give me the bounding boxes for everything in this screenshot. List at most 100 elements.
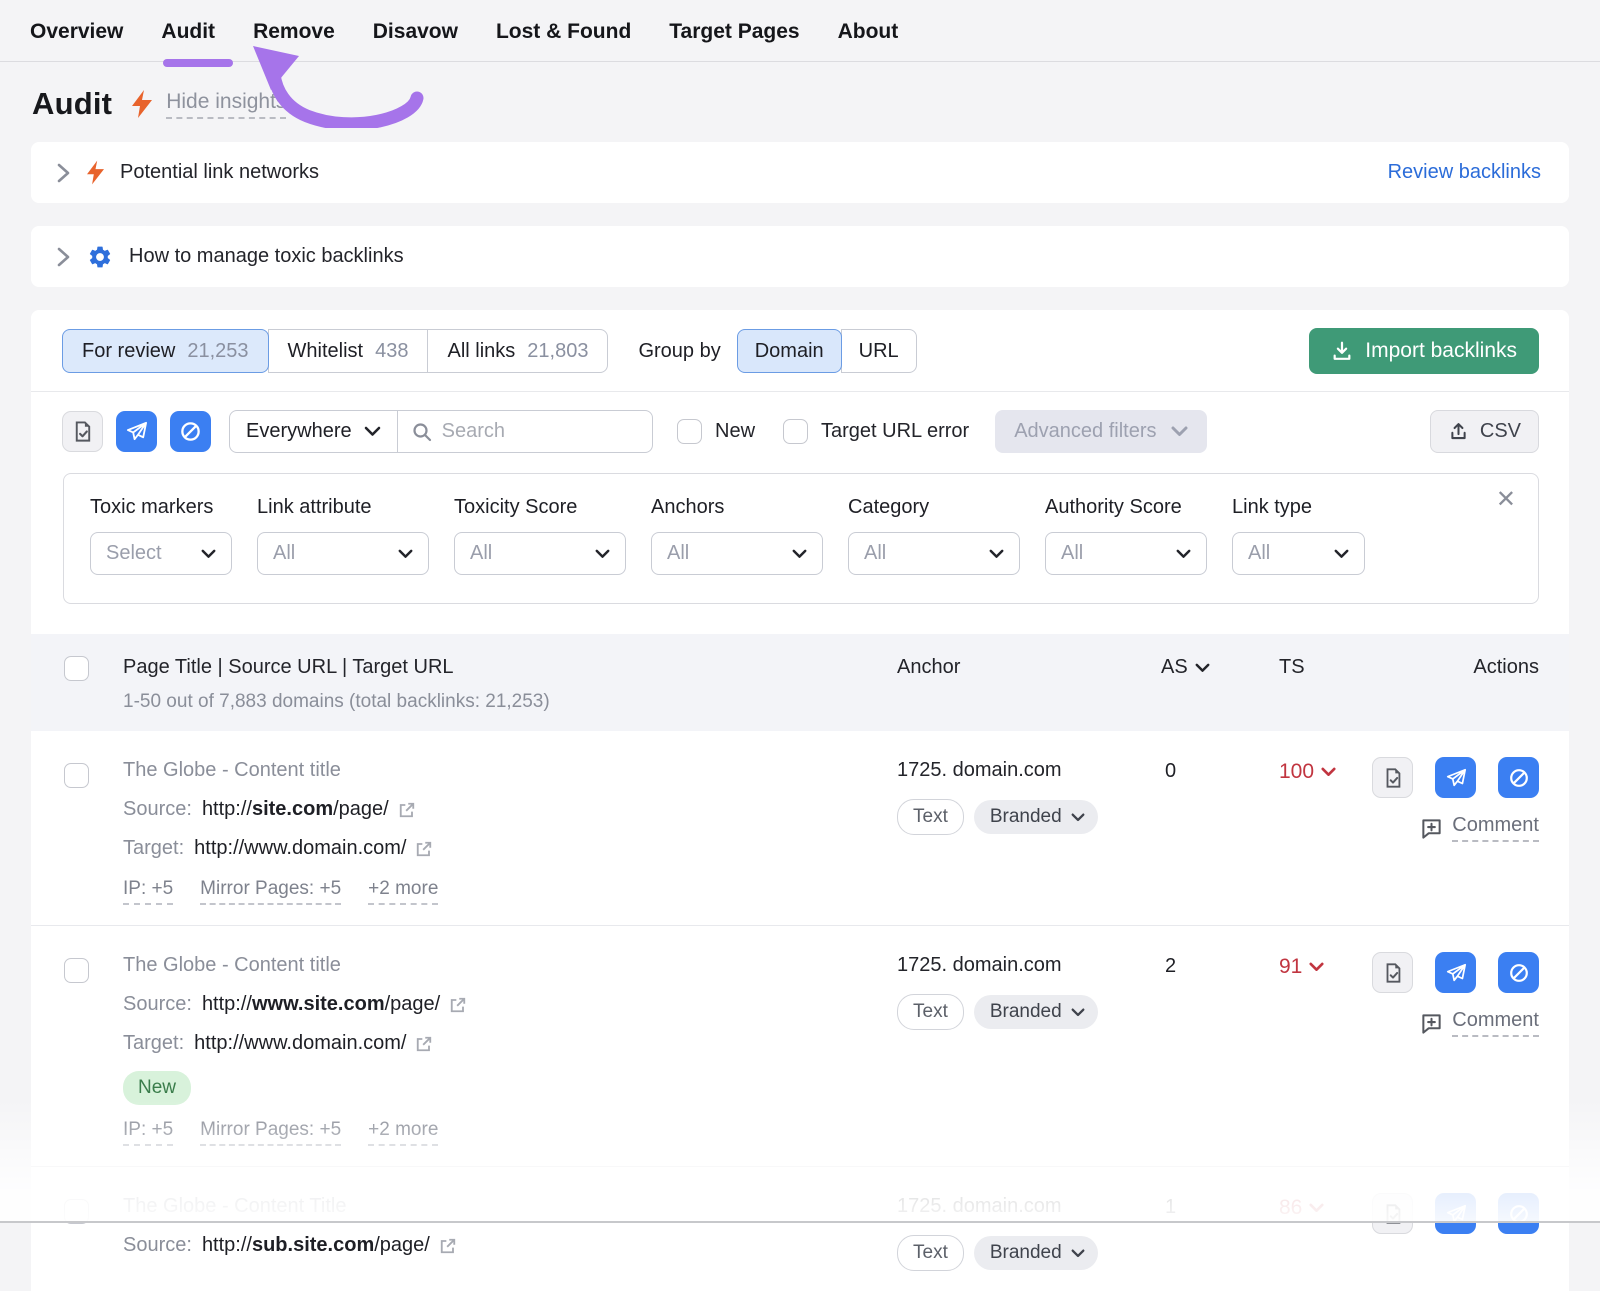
target-url-error-checkbox[interactable]: Target URL error — [783, 419, 969, 444]
anchor-category-dropdown[interactable]: Branded — [974, 1236, 1098, 1270]
disavow-row-button[interactable] — [1498, 1193, 1539, 1234]
row-meta: IP: +5 Mirror Pages: +5 +2 more — [123, 878, 897, 905]
nav-item-overview[interactable]: Overview — [30, 20, 123, 44]
paper-plane-icon — [1445, 767, 1467, 789]
more-link[interactable]: +2 more — [368, 1119, 438, 1146]
ip-link[interactable]: IP: +5 — [123, 878, 173, 905]
external-link-icon[interactable] — [438, 1236, 458, 1256]
chevron-right-icon[interactable] — [55, 162, 71, 184]
move-to-remove-button[interactable] — [116, 411, 157, 452]
mirror-pages-link[interactable]: Mirror Pages: +5 — [200, 1119, 341, 1146]
link-type-badge: Text — [897, 994, 964, 1030]
block-icon — [1508, 962, 1530, 984]
tab-for-review[interactable]: For review 21,253 — [62, 329, 269, 373]
document-check-icon — [1382, 1203, 1404, 1225]
group-by-url[interactable]: URL — [841, 329, 917, 373]
target-url-line: Target: http://www.domain.com/ — [123, 1032, 897, 1055]
close-icon[interactable]: ✕ — [1496, 488, 1516, 512]
anchors-dropdown[interactable]: All — [651, 532, 823, 575]
category-dropdown[interactable]: All — [848, 532, 1020, 575]
tab-all-links[interactable]: All links 21,803 — [427, 329, 608, 373]
chevron-down-icon — [1334, 549, 1349, 559]
checkbox[interactable] — [783, 419, 808, 444]
search-input[interactable] — [442, 420, 638, 443]
column-title: Page Title | Source URL | Target URL — [123, 656, 897, 679]
external-link-icon[interactable] — [414, 839, 434, 859]
whitelist-row-button[interactable] — [1372, 757, 1413, 798]
external-link-icon[interactable] — [414, 1034, 434, 1054]
checkbox[interactable] — [677, 419, 702, 444]
external-link-icon[interactable] — [448, 995, 468, 1015]
tab-whitelist[interactable]: Whitelist 438 — [268, 329, 429, 373]
select-all-checkbox[interactable] — [64, 656, 89, 681]
toxicity-score-dropdown[interactable]: 100 — [1243, 760, 1363, 784]
page-title: The Globe - Content Title — [123, 1195, 897, 1218]
toxic-markers-dropdown[interactable]: Select — [90, 532, 232, 575]
row-checkbox[interactable] — [64, 763, 89, 788]
filter-toxicity-score: Toxicity Score All — [454, 496, 626, 575]
toxicity-score-dropdown[interactable]: All — [454, 532, 626, 575]
whitelist-row-button[interactable] — [1372, 1193, 1413, 1234]
whitelist-row-button[interactable] — [1372, 952, 1413, 993]
source-url: http://site.com/page/ — [202, 798, 389, 821]
move-to-disavow-button[interactable] — [170, 411, 211, 452]
external-link-icon[interactable] — [397, 800, 417, 820]
search-scope-dropdown[interactable]: Everywhere — [230, 411, 398, 452]
chevron-down-icon — [1071, 813, 1085, 822]
nav-item-lost-found[interactable]: Lost & Found — [496, 20, 631, 44]
filter-anchors: Anchors All — [651, 496, 823, 575]
banner-title: How to manage toxic backlinks — [129, 245, 404, 268]
toxicity-score-dropdown[interactable]: 86 — [1243, 1196, 1363, 1220]
target-url: http://www.domain.com/ — [194, 837, 406, 860]
group-by-domain[interactable]: Domain — [737, 329, 842, 373]
move-to-whitelist-button[interactable] — [62, 411, 103, 452]
chevron-down-icon — [1071, 1249, 1085, 1258]
nav-item-remove[interactable]: Remove — [253, 20, 335, 44]
import-backlinks-button[interactable]: Import backlinks — [1309, 328, 1539, 374]
page-title: The Globe - Content title — [123, 759, 897, 782]
insight-bolt-icon — [87, 160, 104, 185]
more-link[interactable]: +2 more — [368, 878, 438, 905]
comment-link[interactable]: Comment — [1420, 1009, 1539, 1037]
disavow-row-button[interactable] — [1498, 757, 1539, 798]
target-url-line: Target: http://www.domain.com/ — [123, 837, 897, 860]
link-type-badge: Text — [897, 799, 964, 835]
hide-insights-link[interactable]: Hide insights — [166, 90, 286, 119]
authority-score-value: 1 — [1155, 1196, 1243, 1219]
nav-item-disavow[interactable]: Disavow — [373, 20, 458, 44]
link-attribute-dropdown[interactable]: All — [257, 532, 429, 575]
toxicity-score-dropdown[interactable]: 91 — [1243, 955, 1363, 979]
nav-item-target-pages[interactable]: Target Pages — [669, 20, 799, 44]
export-csv-button[interactable]: CSV — [1430, 410, 1539, 453]
nav-item-about[interactable]: About — [838, 20, 899, 44]
chevron-right-icon[interactable] — [55, 246, 71, 268]
remove-row-button[interactable] — [1435, 1193, 1476, 1234]
row-checkbox[interactable] — [64, 958, 89, 983]
ip-link[interactable]: IP: +5 — [123, 1119, 173, 1146]
new-filter-checkbox[interactable]: New — [677, 419, 755, 444]
disavow-row-button[interactable] — [1498, 952, 1539, 993]
group-by-segmented-control: Domain URL — [737, 329, 917, 373]
filter-toxic-markers: Toxic markers Select — [90, 496, 232, 575]
anchor-category-dropdown[interactable]: Branded — [974, 800, 1098, 834]
authority-score-dropdown[interactable]: All — [1045, 532, 1207, 575]
link-type-dropdown[interactable]: All — [1232, 532, 1365, 575]
filters-toolbar: Everywhere New Target URL error Advanced… — [31, 392, 1569, 467]
document-check-icon — [1382, 767, 1404, 789]
column-as-sort[interactable]: AS — [1155, 656, 1243, 679]
remove-row-button[interactable] — [1435, 952, 1476, 993]
comment-link[interactable]: Comment — [1420, 814, 1539, 842]
row-checkbox[interactable] — [64, 1199, 89, 1224]
results-summary: 1-50 out of 7,883 domains (total backlin… — [123, 691, 897, 713]
remove-row-button[interactable] — [1435, 757, 1476, 798]
nav-item-audit[interactable]: Audit — [161, 20, 215, 44]
anchor-cell: 1725. domain.com Text Branded — [897, 1193, 1155, 1271]
review-backlinks-link[interactable]: Review backlinks — [1388, 161, 1541, 184]
comment-icon — [1420, 817, 1443, 840]
comment-icon — [1420, 1012, 1443, 1035]
page-title: The Globe - Content title — [123, 954, 897, 977]
anchor-category-dropdown[interactable]: Branded — [974, 995, 1098, 1029]
mirror-pages-link[interactable]: Mirror Pages: +5 — [200, 878, 341, 905]
block-icon — [1508, 767, 1530, 789]
advanced-filters-button[interactable]: Advanced filters — [995, 410, 1206, 453]
